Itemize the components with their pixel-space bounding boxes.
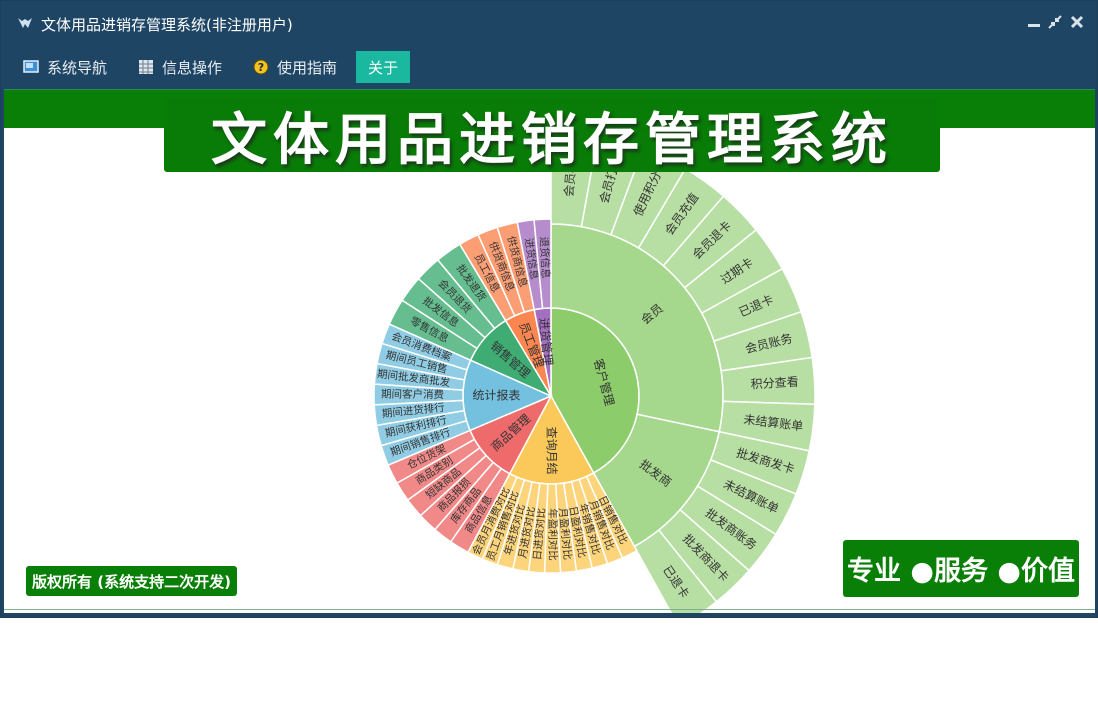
menu-label: 使用指南 <box>277 58 338 77</box>
slogan-badge: 专业 ●服务 ●价值 <box>843 540 1079 597</box>
menu-bar: 系统导航 信息操作 ? 使用指南 关于 <box>1 45 1097 89</box>
close-icon[interactable] <box>1068 13 1086 31</box>
menu-about[interactable]: 关于 <box>356 51 411 83</box>
leaf-label: 积分查看 <box>750 375 799 392</box>
banner: 文体用品进销存管理系统 <box>164 98 940 173</box>
window-title: 文体用品进销存管理系统(非注册用户) <box>41 16 293 34</box>
copyright-badge: 版权所有 (系统支持二次开发) <box>26 566 237 596</box>
menu-label: 系统导航 <box>47 58 108 77</box>
menu-label: 信息操作 <box>162 58 223 77</box>
app-window: 文体用品进销存管理系统(非注册用户) 系统导航 信息操作 ? 使用指南 关于 客… <box>0 0 1098 618</box>
bottom-divider <box>4 609 1095 610</box>
menu-user-guide[interactable]: ? 使用指南 <box>253 52 337 82</box>
category-label: 统计报表 <box>472 387 520 402</box>
grid-icon <box>139 60 153 74</box>
restore-icon[interactable] <box>1046 13 1064 31</box>
svg-text:?: ? <box>258 61 264 74</box>
help-icon: ? <box>253 59 269 75</box>
minimize-icon[interactable] <box>1025 13 1043 31</box>
app-logo-icon <box>18 18 32 28</box>
leaf-label: 退货信息 <box>537 236 552 279</box>
leaf-label: 年盈利对比 <box>546 508 559 561</box>
menu-info-ops[interactable]: 信息操作 <box>138 52 222 82</box>
category-label: 查询月结 <box>544 426 558 474</box>
banner-title: 文体用品进销存管理系统 <box>211 107 893 173</box>
main-content: 客户管理 会员 会员积分 会员打折 使用积分 会员充值 会员退卡 过期卡 已退卡 会员账务 积分查看… <box>4 89 1095 613</box>
title-bar[interactable]: 文体用品进销存管理系统(非注册用户) <box>1 1 1097 45</box>
nav-icon <box>23 60 39 73</box>
menu-label: 关于 <box>368 58 399 77</box>
leaf-label: 期间客户消费 <box>381 388 444 402</box>
menu-system-nav[interactable]: 系统导航 <box>23 52 107 82</box>
